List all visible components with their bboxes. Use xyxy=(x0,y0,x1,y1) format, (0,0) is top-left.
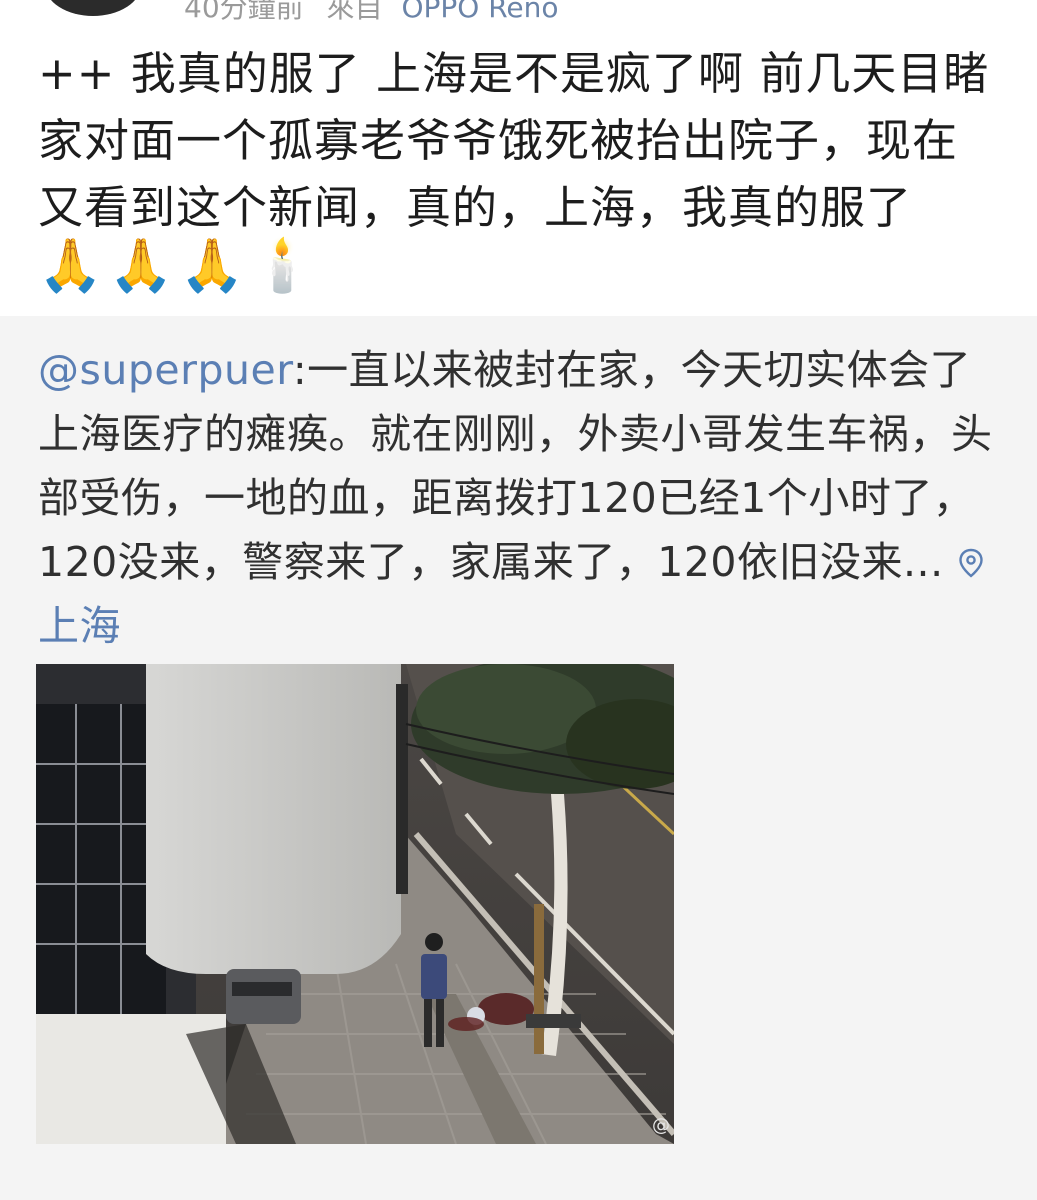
folded-hands-icon: 🙏 xyxy=(179,236,245,296)
repost-card[interactable]: @superpuer:一直以来被封在家，今天切实体会了上海医疗的瘫痪。就在刚刚，… xyxy=(0,316,1037,1200)
location-label: 上海 xyxy=(38,602,121,650)
folded-hands-icon: 🙏 xyxy=(108,236,174,296)
avatar[interactable] xyxy=(45,0,141,16)
repost-image[interactable]: @ xyxy=(36,664,674,1144)
post-source-label: 來自 xyxy=(326,0,383,20)
post-header: 40分鐘前 來自 OPPO Reno xyxy=(0,0,1037,20)
post-emojis: 🙏 🙏 🙏 🕯️ xyxy=(38,236,315,296)
image-watermark: @ xyxy=(652,1115,670,1136)
mention-link[interactable]: @superpuer xyxy=(38,346,293,394)
post-time: 40分鐘前 xyxy=(184,0,304,20)
post-body: ++ 我真的服了 上海是不是疯了啊 前几天目睹家对面一个孤寡老爷爷饿死被抬出院子… xyxy=(38,47,990,234)
weibo-post: 40分鐘前 來自 OPPO Reno ++ 我真的服了 上海是不是疯了啊 前几天… xyxy=(0,0,1037,1200)
repost-body: @superpuer:一直以来被封在家，今天切实体会了上海医疗的瘫痪。就在刚刚，… xyxy=(38,338,998,658)
location-pin-icon xyxy=(958,548,983,578)
candle-icon: 🕯️ xyxy=(250,236,315,296)
post-device[interactable]: OPPO Reno xyxy=(401,0,558,20)
folded-hands-icon: 🙏 xyxy=(38,236,103,296)
street-scene-image xyxy=(36,664,674,1144)
post-meta: 40分鐘前 來自 OPPO Reno xyxy=(184,0,559,20)
